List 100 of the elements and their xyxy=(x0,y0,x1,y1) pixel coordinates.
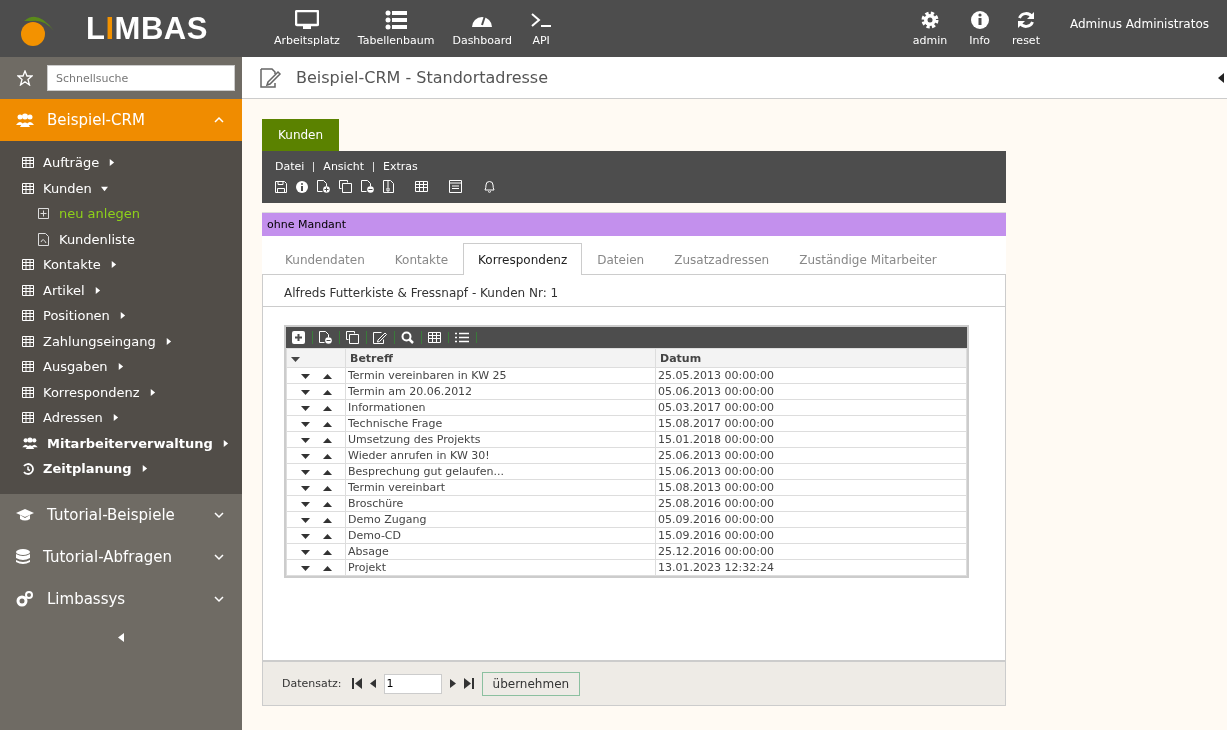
move-down-icon[interactable] xyxy=(300,502,310,507)
search-field[interactable]: Schnellsuche xyxy=(47,65,235,91)
table-icon[interactable] xyxy=(428,332,449,343)
move-down-icon[interactable] xyxy=(300,550,310,555)
copy-icon[interactable] xyxy=(346,331,367,344)
tab[interactable]: Korrespondenz xyxy=(463,243,583,275)
table-cell: 25.06.2013 00:00:00 xyxy=(655,447,967,464)
menu-item[interactable]: Datei xyxy=(275,160,305,173)
previous-record-icon[interactable] xyxy=(369,679,376,688)
apply-button[interactable]: übernehmen xyxy=(481,671,581,696)
move-down-icon[interactable] xyxy=(300,422,310,427)
menu-item[interactable]: Ansicht xyxy=(323,160,364,173)
tab[interactable]: Zusatzadressen xyxy=(659,243,785,275)
move-down-icon[interactable] xyxy=(300,518,310,523)
move-up-icon[interactable] xyxy=(322,374,332,379)
sidebar-item[interactable]: Zahlungseingang xyxy=(0,328,242,354)
tab[interactable]: Kundendaten xyxy=(270,243,380,275)
move-up-icon[interactable] xyxy=(322,518,332,523)
edit-icon[interactable] xyxy=(373,331,395,344)
table-cell: Termin am 20.06.2012 xyxy=(345,383,656,400)
first-record-icon[interactable] xyxy=(351,678,362,689)
search-icon[interactable] xyxy=(401,331,422,344)
column-header[interactable]: Betreff xyxy=(345,348,656,368)
move-down-icon[interactable] xyxy=(300,534,310,539)
move-down-icon[interactable] xyxy=(300,486,310,491)
bell-icon[interactable] xyxy=(483,180,496,193)
move-up-icon[interactable] xyxy=(322,502,332,507)
sidebar-item[interactable]: Ausgaben xyxy=(0,354,242,380)
sidebar-item[interactable]: Zeitplanung xyxy=(0,456,242,482)
sidebar-item[interactable]: Kunden xyxy=(0,175,242,201)
caret-icon xyxy=(109,261,117,269)
list-icon xyxy=(385,10,408,30)
table-cell: 05.03.2017 00:00:00 xyxy=(655,399,967,416)
table-cell: Broschüre xyxy=(345,495,656,512)
move-down-icon[interactable] xyxy=(300,566,310,571)
sidebar-item[interactable]: Positionen xyxy=(0,303,242,329)
sidebar-item[interactable]: Artikel xyxy=(0,277,242,303)
move-up-icon[interactable] xyxy=(322,534,332,539)
tab[interactable]: Zuständige Mitarbeiter xyxy=(784,243,952,275)
last-record-icon[interactable] xyxy=(463,678,474,689)
move-up-icon[interactable] xyxy=(322,422,332,427)
move-up-icon[interactable] xyxy=(322,454,332,459)
move-down-icon[interactable] xyxy=(300,406,310,411)
move-down-icon[interactable] xyxy=(300,470,310,475)
sidebar-item[interactable]: Korrespondenz xyxy=(0,379,242,405)
sidebar-group[interactable]: Tutorial-Abfragen xyxy=(0,535,242,578)
move-up-icon[interactable] xyxy=(322,406,332,411)
menu-item[interactable]: Extras xyxy=(383,160,418,173)
form-tab[interactable]: Kunden xyxy=(262,119,340,151)
tab[interactable]: Dateien xyxy=(582,243,660,275)
chevron-icon xyxy=(214,510,224,519)
sidebar-group[interactable]: Limbassys xyxy=(0,577,242,620)
move-up-icon[interactable] xyxy=(322,486,332,491)
info-icon[interactable] xyxy=(296,180,308,193)
users-icon xyxy=(22,437,38,450)
move-up-icon[interactable] xyxy=(322,470,332,475)
table-cell: Termin vereinbart xyxy=(345,479,656,496)
move-down-icon[interactable] xyxy=(300,438,310,443)
tab[interactable]: Kontakte xyxy=(379,243,464,275)
sidebar-item[interactable]: Mitarbeiterverwaltung xyxy=(0,430,242,456)
next-record-icon[interactable] xyxy=(449,679,456,688)
sidebar-subitem[interactable]: neu anlegen xyxy=(0,201,242,227)
move-up-icon[interactable] xyxy=(322,438,332,443)
sidebar-subitem[interactable]: Kundenliste xyxy=(0,226,242,252)
nav-link[interactable]: API xyxy=(530,10,553,47)
move-down-icon[interactable] xyxy=(300,374,310,379)
move-up-icon[interactable] xyxy=(322,390,332,395)
toolbar-link[interactable]: admin xyxy=(912,10,948,47)
logo-text: LIMBAS xyxy=(86,10,208,47)
sidebar-item[interactable]: Adressen xyxy=(0,405,242,431)
remove-document-icon[interactable] xyxy=(319,331,340,344)
move-down-icon[interactable] xyxy=(300,454,310,459)
remove-document-icon[interactable] xyxy=(361,180,374,193)
add-document-icon[interactable] xyxy=(317,180,330,193)
star-icon[interactable] xyxy=(17,70,33,86)
sidebar-item[interactable]: Aufträge xyxy=(0,150,242,176)
table-cell: 13.01.2023 12:32:24 xyxy=(655,559,967,576)
user-name[interactable]: Adminus Administratos xyxy=(1069,17,1209,31)
table-icon xyxy=(22,310,34,322)
move-up-icon[interactable] xyxy=(322,550,332,555)
form-icon[interactable] xyxy=(449,180,462,193)
sidebar-group[interactable]: Tutorial-Beispiele xyxy=(0,493,242,536)
sort-down-icon[interactable] xyxy=(291,356,300,362)
move-up-icon[interactable] xyxy=(322,566,332,571)
archive-icon[interactable] xyxy=(383,180,394,193)
toolbar-link[interactable]: reset xyxy=(1012,10,1040,47)
nav-link[interactable]: Arbeitsplatz xyxy=(274,10,340,47)
table-cell: Termin vereinbaren in KW 25 xyxy=(345,367,656,384)
column-header[interactable]: Datum xyxy=(655,348,967,368)
nav-link[interactable]: Dashboard xyxy=(452,10,513,47)
record-title: Alfreds Futterkiste & Fressnapf - Kunden Nr: 1 xyxy=(263,275,1005,307)
sidebar-item[interactable]: Kontakte xyxy=(0,252,242,278)
record-field[interactable]: 1 xyxy=(383,673,442,694)
move-down-icon[interactable] xyxy=(300,390,310,395)
save-icon[interactable] xyxy=(275,180,287,193)
toolbar-link[interactable]: Info xyxy=(969,10,991,47)
nav-link[interactable]: Tabellenbaum xyxy=(357,10,435,47)
checklist-icon[interactable] xyxy=(455,332,477,343)
add-icon[interactable] xyxy=(292,331,313,344)
collapse-icon[interactable] xyxy=(1218,72,1224,83)
